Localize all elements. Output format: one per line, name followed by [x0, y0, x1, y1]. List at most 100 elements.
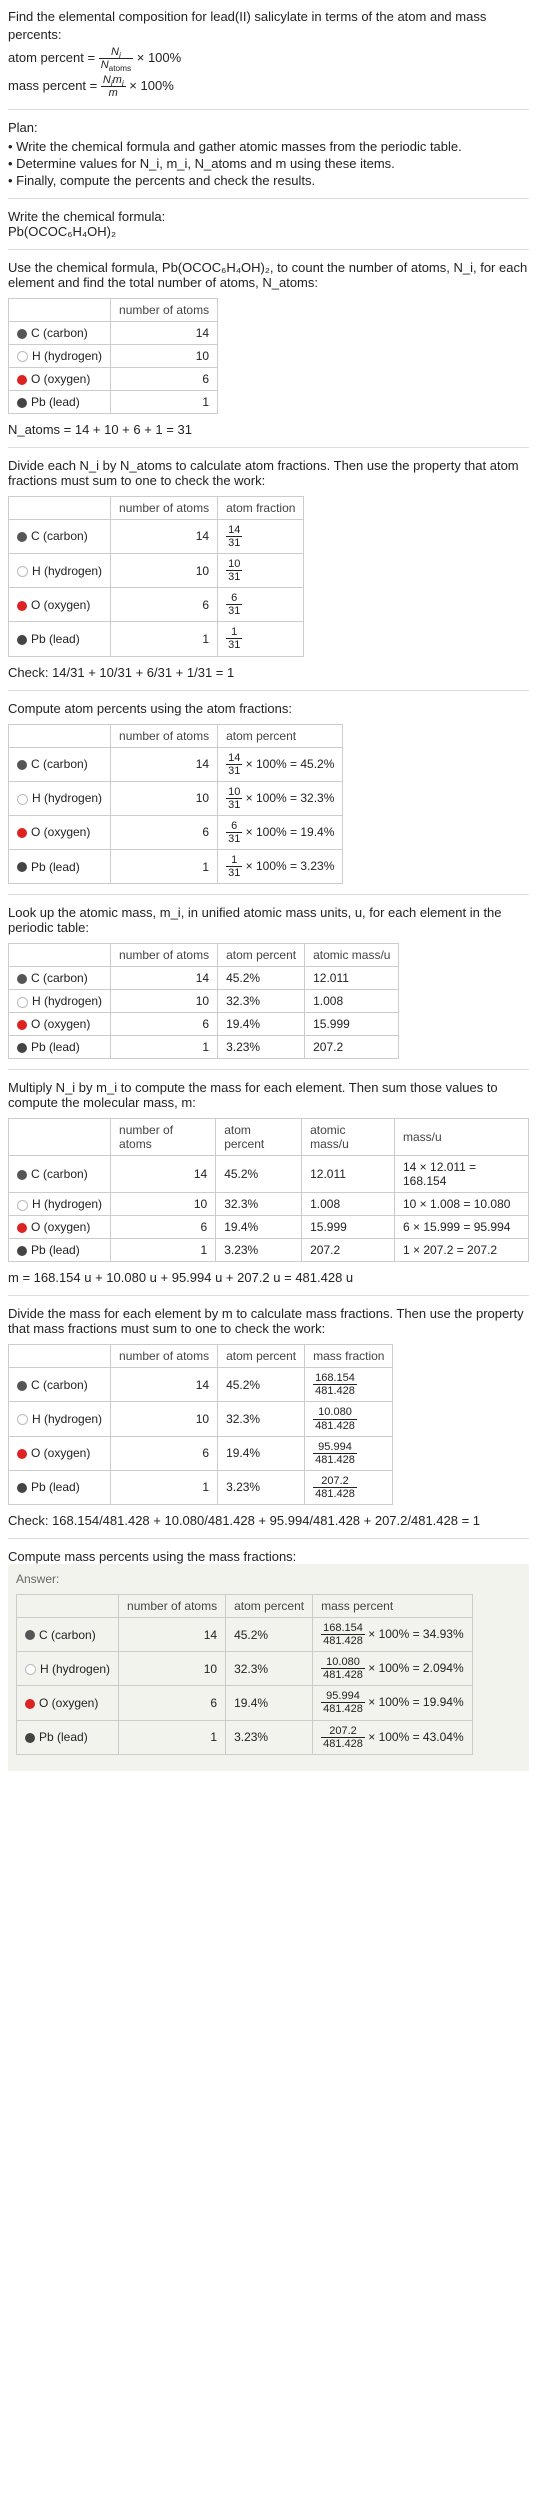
table-header [9, 944, 111, 967]
table-header-row: number of atoms atom percent atomic mass… [9, 1119, 529, 1156]
divider [8, 690, 529, 691]
plan-item: Determine values for N_i, m_i, N_atoms a… [8, 156, 529, 171]
element-dot-icon [17, 1381, 27, 1391]
mass-fraction-check: Check: 168.154/481.428 + 10.080/481.428 … [8, 1513, 529, 1528]
fraction-cell: 131 [218, 622, 304, 656]
table-row: C (carbon)1445.2%12.01114 × 12.011 = 168… [9, 1156, 529, 1193]
table-header: mass/u [395, 1119, 529, 1156]
element-cell: Pb (lead) [9, 622, 111, 656]
table-row: H (hydrogen)10 [9, 344, 218, 367]
element-cell: O (oxygen) [9, 367, 111, 390]
plan-label: Plan: [8, 120, 529, 135]
mass-percent-cell: 168.154481.428 × 100% = 34.93% [313, 1618, 473, 1652]
element-cell: O (oxygen) [9, 1013, 111, 1036]
element-dot-icon [17, 862, 27, 872]
table-header [17, 1595, 119, 1618]
count-cell: 6 [119, 1686, 226, 1720]
percent-cell: 631 × 100% = 19.4% [218, 815, 343, 849]
atom-percent-cell: 45.2% [226, 1618, 313, 1652]
count-cell: 14 [111, 1368, 218, 1402]
mass-fraction-table: number of atoms atom percent mass fracti… [8, 1344, 393, 1505]
element-dot-icon [17, 997, 28, 1008]
element-cell: Pb (lead) [17, 1720, 119, 1754]
percent-cell: 1431 × 100% = 45.2% [218, 747, 343, 781]
count-cell: 10 [111, 781, 218, 815]
percent-cell: 19.4% [216, 1216, 302, 1239]
element-dot-icon [25, 1630, 35, 1640]
count-cell: 10 [111, 990, 218, 1013]
count-cell: 6 [111, 367, 218, 390]
element-dot-icon [17, 1414, 28, 1425]
table-header: atomic mass/u [302, 1119, 395, 1156]
element-dot-icon [17, 1020, 27, 1030]
element-cell: C (carbon) [9, 967, 111, 990]
table-row: O (oxygen)619.4%95.994481.428 × 100% = 1… [17, 1686, 473, 1720]
element-cell: Pb (lead) [9, 850, 111, 884]
element-cell: C (carbon) [9, 321, 111, 344]
table-header-row: number of atoms atom percent mass percen… [17, 1595, 473, 1618]
percent-cell: 32.3% [218, 1402, 305, 1436]
table-header [9, 496, 111, 519]
fraction-cell: 631 [218, 588, 304, 622]
table-header: number of atoms [111, 496, 218, 519]
element-dot-icon [17, 566, 28, 577]
element-cell: H (hydrogen) [9, 1402, 111, 1436]
count-cell: 14 [111, 519, 218, 553]
mass-calc-cell: 14 × 12.011 = 168.154 [395, 1156, 529, 1193]
plan: Plan: Write the chemical formula and gat… [8, 120, 529, 188]
table-row: O (oxygen)619.4%15.9996 × 15.999 = 95.99… [9, 1216, 529, 1239]
times-100-b: × 100% [129, 78, 173, 93]
count-cell: 1 [111, 1239, 216, 1262]
divider [8, 109, 529, 110]
percent-cell: 19.4% [218, 1013, 305, 1036]
fraction-cell: 1031 [218, 553, 304, 587]
table-header-row: number of atoms [9, 298, 218, 321]
atomic-mass-cell: 12.011 [302, 1156, 395, 1193]
table-header-row: number of atoms atom fraction [9, 496, 304, 519]
step-count: Use the chemical formula, Pb(OCOC₆H₄OH)₂… [8, 260, 529, 437]
atom-percent-cell: 19.4% [226, 1686, 313, 1720]
element-dot-icon [17, 1223, 27, 1233]
divider [8, 1295, 529, 1296]
answer-section: Compute mass percents using the mass fra… [8, 1549, 529, 1771]
percent-cell: 1031 × 100% = 32.3% [218, 781, 343, 815]
element-cell: O (oxygen) [9, 815, 111, 849]
table-row: C (carbon)1445.2%168.154481.428 [9, 1368, 393, 1402]
element-cell: O (oxygen) [9, 588, 111, 622]
mass-percent-formula: mass percent = Nimi m × 100% [8, 74, 529, 99]
count-cell: 6 [111, 588, 218, 622]
times-100: × 100% [137, 50, 181, 65]
element-dot-icon [17, 1043, 27, 1053]
table-header: atom fraction [218, 496, 304, 519]
element-cell: Pb (lead) [9, 1239, 111, 1262]
step-mass-text: Multiply N_i by m_i to compute the mass … [8, 1080, 529, 1110]
count-cell: 6 [111, 1436, 218, 1470]
atom-percent-cell: 3.23% [226, 1720, 313, 1754]
mass-calc-cell: 1 × 207.2 = 207.2 [395, 1239, 529, 1262]
divider [8, 1069, 529, 1070]
element-dot-icon [17, 1483, 27, 1493]
step-mass-fraction-text: Divide the mass for each element by m to… [8, 1306, 529, 1336]
table-row: H (hydrogen)101031 [9, 553, 304, 587]
element-dot-icon [25, 1733, 35, 1743]
percent-cell: 3.23% [216, 1239, 302, 1262]
fraction-check: Check: 14/31 + 10/31 + 6/31 + 1/31 = 1 [8, 665, 529, 680]
table-header [9, 724, 111, 747]
element-cell: O (oxygen) [9, 1216, 111, 1239]
element-cell: H (hydrogen) [9, 990, 111, 1013]
element-cell: Pb (lead) [9, 390, 111, 413]
divider [8, 249, 529, 250]
table-header [9, 1345, 111, 1368]
table-header: mass percent [313, 1595, 473, 1618]
count-cell: 1 [111, 850, 218, 884]
answer-intro: Compute mass percents using the mass fra… [8, 1549, 529, 1564]
answer-table: number of atoms atom percent mass percen… [16, 1594, 473, 1755]
element-dot-icon [25, 1664, 36, 1675]
count-cell: 14 [111, 1156, 216, 1193]
answer-label: Answer: [16, 1572, 521, 1586]
count-cell: 10 [111, 1402, 218, 1436]
element-dot-icon [17, 974, 27, 984]
percent-cell: 32.3% [218, 990, 305, 1013]
intro-title: Find the elemental composition for lead(… [8, 8, 529, 44]
table-row: H (hydrogen)1032.3%1.008 [9, 990, 399, 1013]
